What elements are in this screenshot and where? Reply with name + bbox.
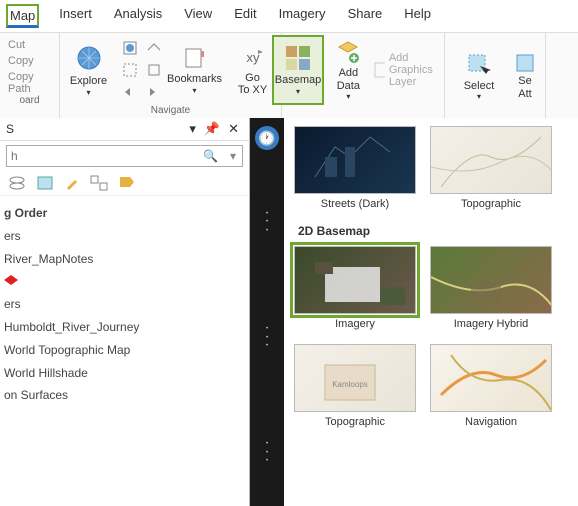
search-icon[interactable]: 🔍 <box>197 149 224 163</box>
thumb-topographic <box>430 126 552 194</box>
list-by-edit-icon[interactable] <box>64 175 80 191</box>
add-data-icon <box>335 39 361 65</box>
zoom-layer-icon[interactable] <box>145 61 163 79</box>
add-data-button[interactable]: Add Data▾ <box>330 35 367 105</box>
drawing-order-header: g Order <box>4 202 245 225</box>
add-graphics-button[interactable]: Add Graphics Layer <box>373 52 454 88</box>
navigate-label: Navigate <box>151 105 190 118</box>
zoom-full-icon[interactable] <box>121 39 139 57</box>
ribbon: Cut Copy Copy Path oard Explore▾ <box>0 33 578 121</box>
explore-icon <box>74 43 104 73</box>
basemap-item-topographic[interactable]: Topographic <box>430 126 552 210</box>
list-by-source-icon[interactable] <box>36 175 54 191</box>
menu-view[interactable]: View <box>182 4 214 28</box>
tree-item[interactable]: World Topographic Map <box>4 339 245 362</box>
svg-text:Kamloops: Kamloops <box>332 380 368 389</box>
toc-toolbar <box>0 171 249 196</box>
thumb-navigation <box>430 344 552 412</box>
pane-close-icon[interactable]: ✕ <box>224 121 243 137</box>
timeline-dots: ••• <box>250 325 284 350</box>
search-chevron-icon[interactable]: ▾ <box>224 149 242 163</box>
bookmarks-button[interactable]: Bookmarks▾ <box>169 35 221 105</box>
thumb-streets-dark <box>294 126 416 194</box>
timeline-dots: ••• <box>250 440 284 465</box>
thumb-imagery-hybrid <box>430 246 552 314</box>
search-input[interactable] <box>7 146 197 166</box>
goto-xy-icon: xy <box>240 44 266 70</box>
explore-button[interactable]: Explore▾ <box>63 35 115 105</box>
toc-tree: g Order ers River_MapNotes ers Humboldt_… <box>0 196 249 413</box>
select-icon <box>466 52 492 78</box>
cut-button[interactable]: Cut <box>8 39 51 51</box>
timeline-bar: 🕐 ••• ••• ••• <box>250 118 284 506</box>
menu-insert[interactable]: Insert <box>57 4 94 28</box>
pane-menu-icon[interactable]: ▾ <box>185 121 200 137</box>
search-box[interactable]: 🔍 ▾ <box>6 145 243 167</box>
prev-extent-icon[interactable] <box>121 83 139 101</box>
clipboard-group: Cut Copy Copy Path <box>6 35 53 95</box>
list-by-drawing-icon[interactable] <box>8 175 26 191</box>
tree-item[interactable]: World Hillshade <box>4 362 245 385</box>
menubar: Map Insert Analysis View Edit Imagery Sh… <box>0 0 578 33</box>
tree-item[interactable] <box>4 270 245 293</box>
basemap-icon <box>284 44 312 72</box>
tree-item[interactable]: Humboldt_River_Journey <box>4 316 245 339</box>
thumb-imagery <box>294 246 416 314</box>
tree-item[interactable]: ers <box>4 293 245 316</box>
contents-pane: S ▾ 📌 ✕ 🔍 ▾ g Order ers River_MapNotes e… <box>0 118 250 506</box>
basemap-item-imagery-hybrid[interactable]: Imagery Hybrid <box>430 246 552 330</box>
thumb-topographic-2: Kamloops <box>294 344 416 412</box>
basemap-item-streets-dark[interactable]: Streets (Dark) <box>294 126 416 210</box>
bookmarks-icon <box>182 45 208 71</box>
select-button[interactable]: Select▾ <box>453 42 505 112</box>
menu-share[interactable]: Share <box>346 4 385 28</box>
timeline-dots: ••• <box>250 210 284 235</box>
gallery-section-2d: 2D Basemap <box>298 224 568 238</box>
menu-imagery[interactable]: Imagery <box>277 4 328 28</box>
clipboard-label: oard <box>19 95 39 108</box>
graphics-icon <box>373 61 385 79</box>
svg-text:xy: xy <box>246 50 260 65</box>
pane-pin-icon[interactable]: 📌 <box>200 121 224 137</box>
list-by-snap-icon[interactable] <box>90 175 108 191</box>
select-attrs-icon <box>515 53 535 73</box>
select-attrs-button[interactable]: Se Att <box>511 42 539 112</box>
menu-edit[interactable]: Edit <box>232 4 258 28</box>
tree-item[interactable]: River_MapNotes <box>4 248 245 271</box>
basemap-item-topographic-2[interactable]: Kamloops Topographic <box>294 344 416 428</box>
pane-title: S <box>6 122 185 136</box>
next-extent-icon[interactable] <box>145 83 163 101</box>
zoom-fixed-icon[interactable] <box>145 39 163 57</box>
copy-button[interactable]: Copy <box>8 55 51 67</box>
basemap-item-imagery[interactable]: Imagery <box>294 246 416 330</box>
basemap-item-navigation[interactable]: Navigation <box>430 344 552 428</box>
menu-analysis[interactable]: Analysis <box>112 4 164 28</box>
basemap-gallery: Streets (Dark) Topographic 2D Basemap Im… <box>284 118 578 506</box>
menu-help[interactable]: Help <box>402 4 433 28</box>
tree-item[interactable]: ers <box>4 225 245 248</box>
copy-path-button[interactable]: Copy Path <box>8 71 51 95</box>
clock-icon[interactable]: 🕐 <box>255 126 279 150</box>
zoom-sel-icon[interactable] <box>121 61 139 79</box>
tree-item[interactable]: on Surfaces <box>4 384 245 407</box>
basemap-button[interactable]: Basemap▾ <box>272 35 324 105</box>
list-by-label-icon[interactable] <box>118 175 136 191</box>
goto-xy-button[interactable]: xy Go To XY <box>227 35 279 105</box>
menu-map[interactable]: Map <box>6 4 39 28</box>
